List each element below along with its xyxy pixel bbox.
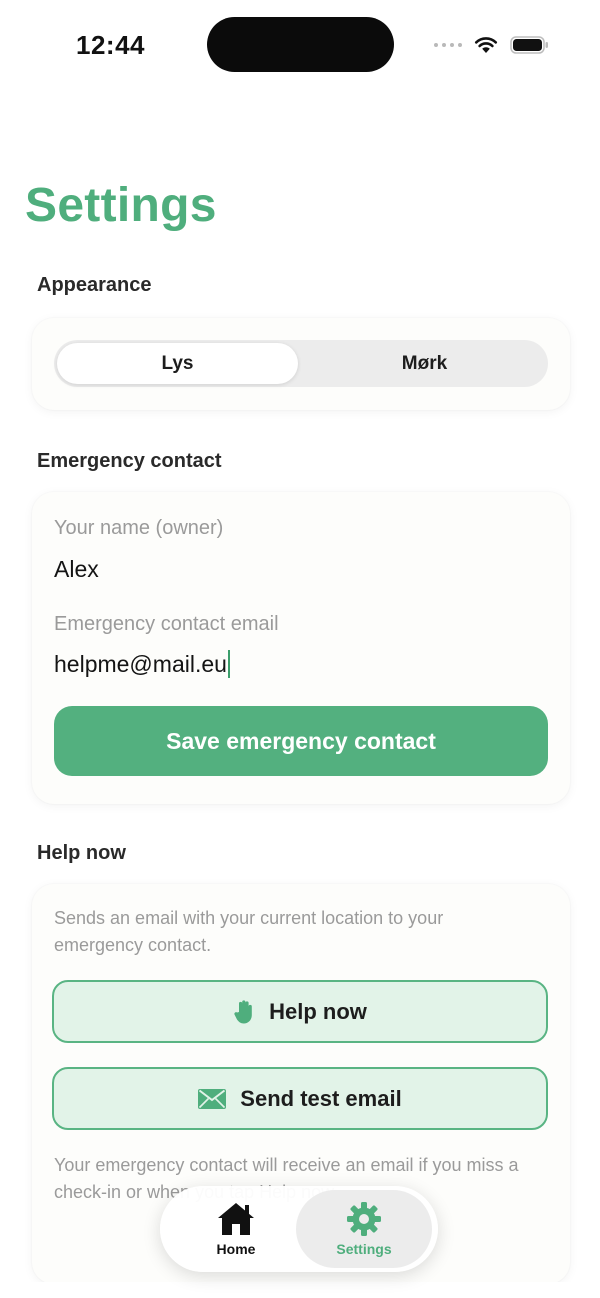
raised-hand-icon [234,999,252,1023]
house-icon [218,1203,254,1235]
emergency-email-label: Emergency contact email [54,613,279,635]
owner-name-value: Alex [54,556,99,582]
gear-icon [347,1202,381,1236]
help-now-section-label: Help now [37,842,126,864]
emergency-email-field[interactable]: helpme@mail.eu [54,650,230,678]
page-title: Settings [25,179,217,232]
bottom-fade [0,1282,600,1298]
tab-home-label: Home [216,1241,256,1257]
signal-dots-icon [434,43,462,47]
dynamic-island [207,17,394,72]
appearance-card: Lys Mørk [32,318,570,410]
help-now-button-label: Help now [269,998,367,1024]
tab-home[interactable]: Home [182,1186,290,1272]
status-icons [434,33,550,57]
help-now-button[interactable]: Help now [52,980,548,1043]
send-test-email-label: Send test email [240,1085,402,1111]
text-caret [227,650,230,678]
theme-option-light[interactable]: Lys [57,343,298,384]
status-time: 12:44 [76,30,145,60]
tab-settings-label: Settings [336,1241,392,1257]
settings-screen: 12:44 Settings Appearance Lys Mørk Emerg… [0,0,600,1298]
owner-name-label: Your name (owner) [54,517,224,539]
theme-segmented-control: Lys Mørk [54,340,548,387]
battery-icon [510,36,548,54]
envelope-icon [198,1088,227,1109]
status-bar: 12:44 [0,0,600,92]
emergency-email-value: helpme@mail.eu [54,650,227,677]
send-test-email-button[interactable]: Send test email [52,1067,548,1130]
theme-option-dark[interactable]: Mørk [304,343,545,384]
emergency-contact-card: Your name (owner) Alex Emergency contact… [32,492,570,804]
owner-name-field[interactable]: Alex [54,556,99,583]
tab-bar: Home Settings [160,1186,438,1272]
save-emergency-contact-button[interactable]: Save emergency contact [54,706,548,776]
emergency-contact-section-label: Emergency contact [37,450,222,472]
appearance-section-label: Appearance [37,274,152,296]
help-now-description: Sends an email with your current locatio… [54,908,444,955]
tab-settings[interactable]: Settings [296,1190,432,1268]
wifi-icon [474,37,498,53]
